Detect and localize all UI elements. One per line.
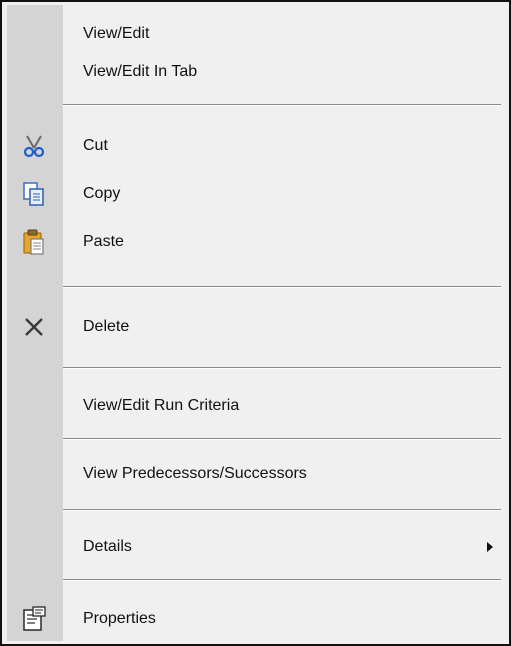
copy-icon (19, 179, 49, 209)
menu-item-label: Copy (83, 185, 121, 202)
properties-icon (19, 604, 49, 634)
menu-separator (63, 579, 501, 581)
menu-item-copy[interactable]: Copy (7, 173, 505, 215)
menu-item-label: Details (83, 538, 132, 555)
delete-x-icon (19, 312, 49, 342)
menu-item-label: Properties (83, 610, 156, 627)
menu-item-label: Paste (83, 233, 124, 250)
menu-item-details[interactable]: Details (7, 526, 505, 568)
menu-separator (63, 509, 501, 511)
menu-separator (63, 104, 501, 106)
menu-item-view-predecessors-successors[interactable]: View Predecessors/Successors (7, 453, 505, 495)
submenu-arrow-icon (487, 542, 493, 552)
menu-item-view-edit-in-tab[interactable]: View/Edit In Tab (7, 51, 505, 93)
menu-item-paste[interactable]: Paste (7, 221, 505, 263)
menu-item-label: View/Edit In Tab (83, 63, 198, 80)
menu-item-label: View/Edit Run Criteria (83, 397, 240, 414)
menu-separator (63, 286, 501, 288)
menu-item-properties[interactable]: Properties (7, 598, 505, 640)
menu-item-cut[interactable]: Cut (7, 125, 505, 167)
menu-item-label: Delete (83, 318, 130, 335)
menu-separator (63, 438, 501, 440)
menu-item-label: View/Edit (83, 25, 150, 42)
menu-item-view-edit-run-criteria[interactable]: View/Edit Run Criteria (7, 385, 505, 427)
scissors-icon (19, 131, 49, 161)
menu-separator (63, 367, 501, 369)
menu-item-label: View Predecessors/Successors (83, 465, 307, 482)
menu-item-view-edit[interactable]: View/Edit (7, 13, 505, 55)
paste-icon (19, 227, 49, 257)
context-menu: View/Edit View/Edit In Tab Cut Copy Past… (0, 0, 511, 646)
menu-item-label: Cut (83, 137, 108, 154)
menu-item-delete[interactable]: Delete (7, 306, 505, 348)
